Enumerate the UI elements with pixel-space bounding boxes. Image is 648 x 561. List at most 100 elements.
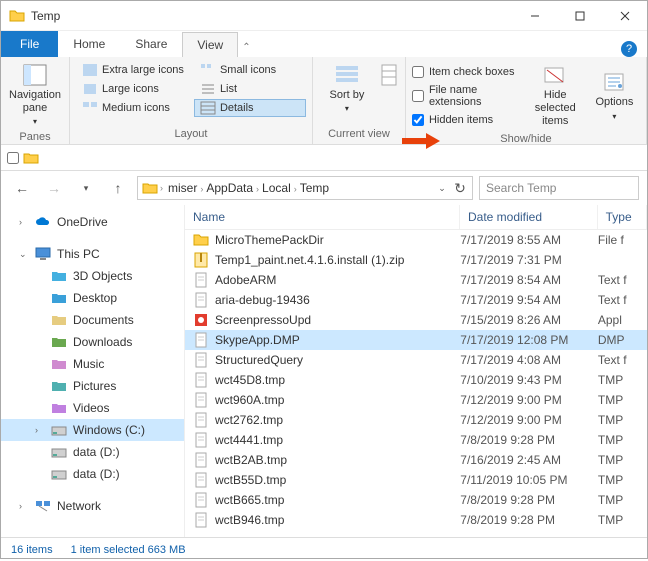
layout-icon [82,82,98,96]
file-name: SkypeApp.DMP [215,333,300,347]
sidebar-item[interactable]: data (D:) [1,441,184,463]
file-name: AdobeARM [215,273,276,287]
file-row[interactable]: wctB55D.tmp7/11/2019 10:05 PMTMP [185,470,647,490]
breadcrumb-segment[interactable]: AppData [203,181,256,195]
tab-view[interactable]: View [182,32,238,57]
status-selection: 1 item selected 663 MB [71,544,186,556]
column-type[interactable]: Type [598,205,647,229]
breadcrumb-segment[interactable]: Temp [297,181,332,195]
layout-medium-icons[interactable]: Medium icons [76,99,190,117]
file-icon [193,452,209,468]
drive-icon [51,422,67,438]
chevron-right-icon: › [19,217,29,227]
title-bar: Temp [1,1,647,31]
sidebar-item[interactable]: Videos [1,397,184,419]
refresh-icon[interactable]: ↻ [452,176,468,200]
ribbon-tabs: File Home Share View ⌃ ? [1,31,647,57]
dropdown-icon[interactable]: ⌄ [434,176,450,200]
close-button[interactable] [602,1,647,31]
file-row[interactable]: wct45D8.tmp7/10/2019 9:43 PMTMP [185,370,647,390]
drive-icon [51,466,67,482]
navigation-pane-button[interactable]: Navigation pane ▾ [7,61,63,129]
drive-icon [51,378,67,394]
cloud-icon [35,214,51,230]
sidebar-item[interactable]: 3D Objects [1,265,184,287]
tab-file[interactable]: File [1,31,58,57]
minimize-button[interactable] [512,1,557,31]
chevron-right-icon: › [160,183,163,193]
file-row[interactable]: SkypeApp.DMP7/17/2019 12:08 PMDMP [185,330,647,350]
sidebar-item[interactable]: Desktop [1,287,184,309]
help-icon[interactable]: ? [621,41,637,57]
zip-icon [193,252,209,268]
file-type: TMP [598,493,647,507]
options-button[interactable]: Options ▾ [589,68,640,123]
hide-selected-button[interactable]: Hide selected items [530,61,581,131]
file-date: 7/16/2019 2:45 AM [460,453,598,467]
select-all-checkbox[interactable] [7,152,19,164]
file-date: 7/17/2019 7:31 PM [460,253,598,267]
file-name: Temp1_paint.net.4.1.6.install (1).zip [215,253,404,267]
sidebar-item[interactable]: Music [1,353,184,375]
file-row[interactable]: aria-debug-194367/17/2019 9:54 AMText f [185,290,647,310]
sidebar-item[interactable]: Downloads [1,331,184,353]
breadcrumb[interactable]: › miser›AppData›Local›Temp ⌄ ↻ [137,176,473,200]
up-button[interactable]: ↑ [105,175,131,201]
file-row[interactable]: wct960A.tmp7/12/2019 9:00 PMTMP [185,390,647,410]
breadcrumb-segment[interactable]: miser [165,181,200,195]
tab-share[interactable]: Share [120,31,182,57]
collapse-ribbon-icon[interactable]: ⌃ [238,38,254,57]
layout-small-icons[interactable]: Small icons [194,61,306,79]
forward-button[interactable]: → [41,175,67,201]
sidebar-item[interactable]: data (D:) [1,463,184,485]
layout-large-icons[interactable]: Large icons [76,80,190,98]
layout-list[interactable]: List [194,80,306,98]
file-icon [193,392,209,408]
file-row[interactable]: Temp1_paint.net.4.1.6.install (1).zip 7/1… [185,250,647,270]
chevron-down-icon: ▾ [345,104,349,114]
sidebar-item[interactable]: ›Windows (C:) [1,419,184,441]
sidebar-item[interactable]: Pictures [1,375,184,397]
file-type: TMP [598,473,647,487]
sidebar-onedrive[interactable]: ›OneDrive [1,211,184,233]
sort-by-button[interactable]: Sort by ▾ [319,61,375,116]
chevron-down-icon: ⌄ [19,249,29,260]
file-list[interactable]: Name Date modified Type MicroThemePackDi… [185,205,647,537]
checkbox-file-extensions[interactable]: File name extensions [412,82,522,110]
tab-home[interactable]: Home [58,31,120,57]
file-row[interactable]: MicroThemePackDir7/17/2019 8:55 AMFile f [185,230,647,250]
ribbon-group-layout: Extra large iconsLarge iconsMedium icons… [70,57,313,144]
file-icon [193,292,209,308]
file-type: Text f [598,353,647,367]
file-row[interactable]: wctB2AB.tmp7/16/2019 2:45 AMTMP [185,450,647,470]
file-row[interactable]: wctB665.tmp7/8/2019 9:28 PMTMP [185,490,647,510]
search-input[interactable]: Search Temp [479,176,639,200]
folder-icon [23,151,39,165]
column-headers[interactable]: Name Date modified Type [185,205,647,230]
file-row[interactable]: wct4441.tmp7/8/2019 9:28 PMTMP [185,430,647,450]
checkbox-item-checkboxes[interactable]: Item check boxes [412,64,522,80]
maximize-button[interactable] [557,1,602,31]
layout-details[interactable]: Details [194,99,306,117]
breadcrumb-segment[interactable]: Local [259,181,294,195]
group-by-button[interactable] [379,61,399,89]
checkbox-hidden-items[interactable]: Hidden items [412,112,522,128]
file-row[interactable]: wct2762.tmp7/12/2019 9:00 PMTMP [185,410,647,430]
recent-locations-button[interactable]: ▾ [73,175,99,201]
layout-icon [200,63,216,77]
sidebar-thispc[interactable]: ⌄This PC [1,243,184,265]
sidebar-item[interactable]: Documents [1,309,184,331]
column-date[interactable]: Date modified [460,205,598,229]
file-row[interactable]: AdobeARM7/17/2019 8:54 AMText f [185,270,647,290]
back-button[interactable]: ← [9,175,35,201]
column-name[interactable]: Name [185,205,460,229]
file-row[interactable]: wctB946.tmp7/8/2019 9:28 PMTMP [185,510,647,530]
navigation-sidebar[interactable]: ›OneDrive ⌄This PC 3D ObjectsDesktopDocu… [1,205,185,537]
file-row[interactable]: ScreenpressoUpd7/15/2019 8:26 AMAppl [185,310,647,330]
file-name: wct45D8.tmp [215,373,285,387]
chevron-down-icon: ▾ [612,112,616,122]
drive-icon [51,334,67,350]
file-row[interactable]: StructuredQuery7/17/2019 4:08 AMText f [185,350,647,370]
sidebar-network[interactable]: ›Network [1,495,184,517]
layout-extra-large-icons[interactable]: Extra large icons [76,61,190,79]
